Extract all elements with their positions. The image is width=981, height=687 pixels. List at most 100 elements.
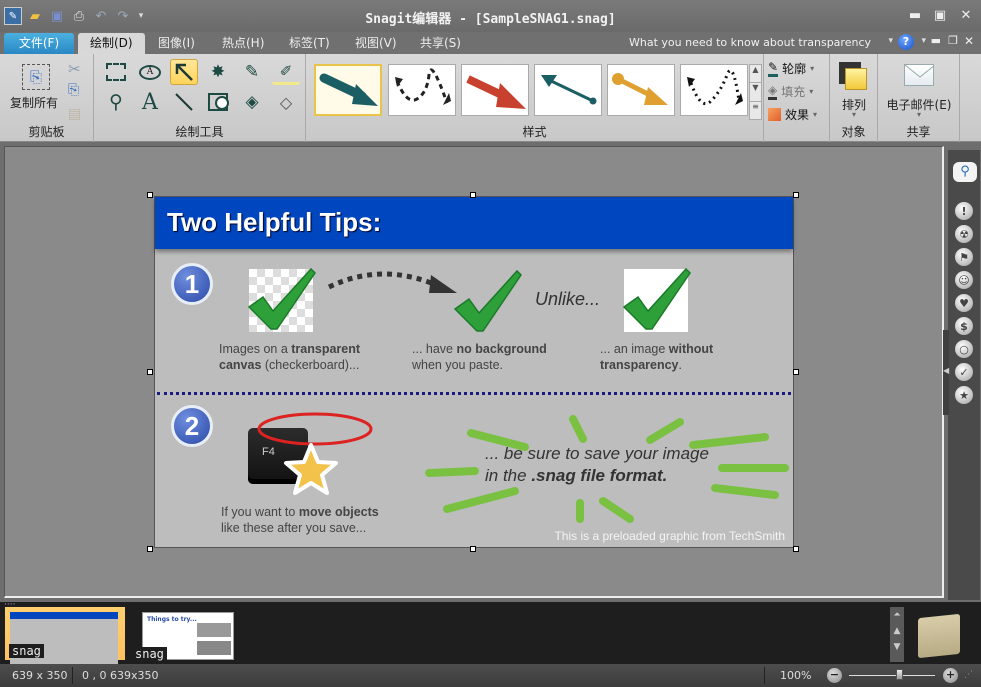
resize-handle-e[interactable]	[793, 369, 799, 375]
pen-tool-icon[interactable]: ✎	[238, 59, 266, 85]
style-5[interactable]	[607, 64, 675, 116]
help-topic[interactable]: What you need to know about transparency	[629, 36, 871, 49]
outline-button[interactable]: ✎ 轮廓 ▾	[768, 60, 814, 77]
tab-hotspots[interactable]: 热点(H)	[210, 33, 276, 54]
tab-tags[interactable]: 标签(T)	[277, 33, 342, 54]
minimize-button[interactable]: ▬	[905, 8, 925, 24]
caption-bold: transparency	[600, 358, 679, 372]
resize-handle-ne[interactable]	[793, 192, 799, 198]
fill-button[interactable]: ◈ 填充 ▾	[768, 83, 813, 100]
selection-info: 0 , 0 639x350	[82, 669, 159, 682]
clipboard-label: 剪贴板	[28, 125, 65, 139]
tab-view[interactable]: 视图(V)	[343, 33, 409, 54]
doc-restore-button[interactable]: ❐	[948, 34, 958, 47]
copy-icon[interactable]: ⎘	[68, 82, 79, 98]
tray-scroll: ⏶ ▲ ▼	[890, 607, 904, 662]
resize-handle-nw[interactable]	[147, 192, 153, 198]
tab-file[interactable]: 文件(F)	[4, 33, 74, 54]
style-dashed-curve-icon	[395, 68, 451, 105]
styles-scroll-up-button[interactable]: ▲	[750, 65, 761, 84]
sidebar-collapse-handle[interactable]: ◀	[943, 330, 949, 415]
help-topic-dropdown-icon[interactable]: ▾	[888, 36, 893, 46]
cut-icon[interactable]: ✂	[68, 60, 81, 78]
library-folder-icon[interactable]	[918, 613, 960, 659]
thumbnail-preview-image	[197, 623, 231, 637]
caption-bold: without	[668, 342, 714, 356]
zoom-out-button[interactable]: −	[827, 668, 842, 683]
tray-thumbnail-1[interactable]: snag	[5, 607, 125, 664]
style-2[interactable]	[388, 64, 456, 116]
stamp-tool-icon[interactable]: ✸	[204, 59, 232, 85]
zoom-in-button[interactable]: +	[943, 668, 958, 683]
style-4[interactable]	[534, 64, 602, 116]
thumbnail-preview-image	[197, 641, 231, 655]
dollar-icon[interactable]: $	[955, 317, 973, 335]
highlighter-tool-icon[interactable]: ✐	[272, 59, 300, 85]
line-tool-icon[interactable]	[170, 89, 198, 115]
arrow-tool-icon[interactable]	[170, 59, 198, 85]
arrange-icon[interactable]	[839, 62, 869, 92]
styles-label: 样式	[522, 125, 547, 139]
erase-tool-icon[interactable]: ◇	[272, 89, 300, 115]
save-tip-line: in the	[485, 466, 532, 485]
fill-icon: ◈	[768, 83, 778, 100]
styles-scroll-down-button[interactable]: ▼	[750, 83, 761, 102]
tray-thumbnail-2[interactable]: Things to try... snag	[132, 612, 234, 661]
zoom-slider-thumb[interactable]	[896, 669, 904, 680]
doc-close-button[interactable]: ✕	[964, 34, 974, 48]
maximize-button[interactable]: ▣	[930, 8, 950, 24]
resize-handle-sw[interactable]	[147, 546, 153, 552]
tray-scroll-up-button[interactable]: ▲	[890, 623, 904, 639]
help-dropdown-icon[interactable]: ▾	[921, 36, 926, 46]
help-icon[interactable]: ?	[898, 34, 914, 50]
flag-icon[interactable]: ⚑	[955, 248, 973, 266]
style-3[interactable]	[461, 64, 529, 116]
line-glyph-icon	[175, 93, 193, 111]
paste-icon[interactable]: ▤	[68, 106, 81, 122]
object-label: 对象	[841, 125, 866, 139]
resize-handle-se[interactable]	[793, 546, 799, 552]
doc-minimize-button[interactable]: ▬	[931, 34, 941, 47]
exclamation-icon[interactable]: !	[955, 202, 973, 220]
resize-grip[interactable]: ⋰	[964, 670, 973, 680]
text-tool-icon[interactable]: A	[136, 89, 164, 115]
tip-1-caption-1: Images on a transparent canvas (checkerb…	[219, 341, 360, 373]
resize-handle-w[interactable]	[147, 369, 153, 375]
copy-all-icon[interactable]: ⎘	[22, 64, 50, 90]
copy-all-button[interactable]: 复制所有	[10, 94, 58, 111]
ring-icon[interactable]: ○	[955, 340, 973, 358]
check-icon[interactable]: ✓	[955, 363, 973, 381]
fill-tool-icon[interactable]: ◈	[238, 89, 266, 115]
fill-dropdown-icon: ▾	[809, 87, 814, 96]
caption-text: ... have	[412, 342, 457, 356]
resize-handle-s[interactable]	[470, 546, 476, 552]
divider-line	[157, 392, 791, 395]
style-1[interactable]	[314, 64, 382, 116]
radiation-icon[interactable]: ☢	[955, 225, 973, 243]
style-6[interactable]	[680, 64, 748, 116]
zoom-tool-icon[interactable]: ⚲	[102, 89, 130, 115]
arrange-dropdown-icon: ▾	[851, 110, 856, 119]
effects-button[interactable]: 效果 ▾	[768, 106, 817, 123]
heart-icon[interactable]: ♥	[955, 294, 973, 312]
caption-bold: no background	[456, 342, 547, 356]
zoom-slider-track[interactable]	[849, 669, 935, 680]
selection-tool-icon[interactable]	[102, 59, 130, 85]
styles-more-button[interactable]: ≡	[750, 102, 761, 119]
tray-scroll-down-button[interactable]: ▼	[890, 639, 904, 655]
tab-share[interactable]: 共享(S)	[408, 33, 473, 54]
email-icon[interactable]	[904, 64, 934, 86]
tray-scroll-top-button[interactable]: ⏶	[890, 607, 904, 623]
shape-tool-icon[interactable]	[204, 89, 232, 115]
resize-handle-n[interactable]	[470, 192, 476, 198]
callout-tool-icon[interactable]: A	[136, 59, 164, 85]
tab-draw[interactable]: 绘制(D)	[78, 33, 145, 54]
close-button[interactable]: ✕	[956, 8, 976, 24]
library-search-icon[interactable]: ⚲	[953, 162, 977, 182]
status-divider	[72, 667, 73, 684]
title-bar: ✎ ▰ ▣ ⎙ ↶ ↷ ▾ Snagit编辑器 - [SampleSNAG1.s…	[0, 0, 981, 32]
canvas-image[interactable]: Two Helpful Tips: 1 Unlike... Images on …	[154, 196, 794, 548]
tab-image[interactable]: 图像(I)	[146, 33, 207, 54]
star-icon[interactable]: ★	[955, 386, 973, 404]
smiley-icon[interactable]: ☺	[955, 271, 973, 289]
